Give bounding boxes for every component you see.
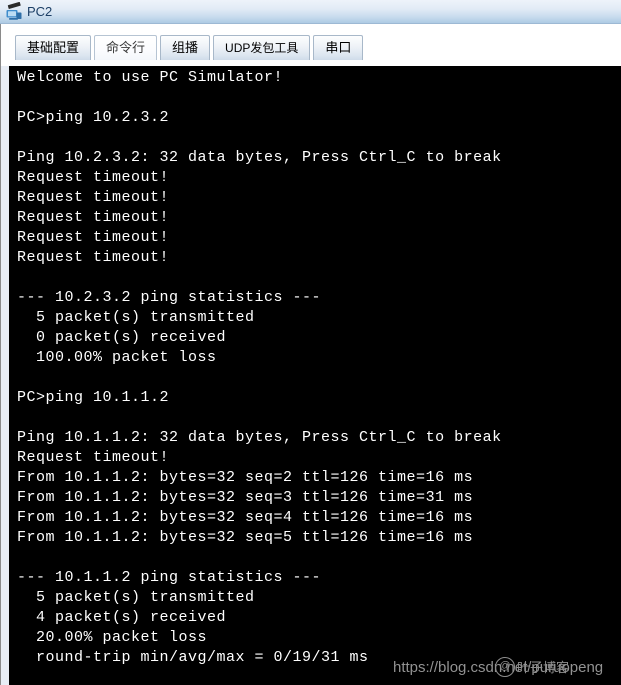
terminal-line: 5 packet(s) transmitted <box>17 309 255 326</box>
terminal-output[interactable]: Welcome to use PC Simulator! PC>ping 10.… <box>9 66 621 685</box>
terminal-line: Request timeout! <box>17 249 170 266</box>
pc-monitor-icon <box>4 1 24 22</box>
terminal-line: --- 10.1.1.2 ping statistics --- <box>17 569 322 586</box>
terminal-line-list: Welcome to use PC Simulator! PC>ping 10.… <box>17 68 621 668</box>
terminal-line: Request timeout! <box>17 169 170 186</box>
terminal-line: PC>ping 10.2.3.2 <box>17 109 170 126</box>
terminal-line: 4 packet(s) received <box>17 609 227 626</box>
title-bar: PC2 <box>0 0 621 24</box>
terminal-line: Ping 10.1.1.2: 32 data bytes, Press Ctrl… <box>17 429 502 446</box>
terminal-line: From 10.1.1.2: bytes=32 seq=4 ttl=126 ti… <box>17 509 474 526</box>
pc2-window: PC2 基础配置 命令行 组播 UDP发包工具 串口 Welcome to us… <box>0 0 621 685</box>
tab-multicast[interactable]: 组播 <box>160 35 211 60</box>
tab-command-line[interactable]: 命令行 <box>94 35 158 60</box>
tab-udp-tool[interactable]: UDP发包工具 <box>213 35 311 60</box>
terminal-line: 0 packet(s) received <box>17 329 227 346</box>
terminal-line: From 10.1.1.2: bytes=32 seq=3 ttl=126 ti… <box>17 489 474 506</box>
terminal-frame: Welcome to use PC Simulator! PC>ping 10.… <box>0 66 621 685</box>
terminal-line: 100.00% packet loss <box>17 349 217 366</box>
terminal-line: 20.00% packet loss <box>17 629 208 646</box>
terminal-line: Request timeout! <box>17 449 170 466</box>
terminal-line: Ping 10.2.3.2: 32 data bytes, Press Ctrl… <box>17 149 502 166</box>
terminal-line: Request timeout! <box>17 229 170 246</box>
tab-bar: 基础配置 命令行 组播 UDP发包工具 串口 <box>0 24 621 66</box>
tab-serial-port[interactable]: 串口 <box>313 35 364 60</box>
terminal-line: Request timeout! <box>17 209 170 226</box>
tab-strip: 基础配置 命令行 组播 UDP发包工具 串口 <box>15 35 364 60</box>
terminal-line: From 10.1.1.2: bytes=32 seq=5 ttl=126 ti… <box>17 529 474 546</box>
terminal-line: round-trip min/avg/max = 0/19/31 ms <box>17 649 369 666</box>
terminal-line: --- 10.2.3.2 ping statistics --- <box>17 289 322 306</box>
tab-basic-config[interactable]: 基础配置 <box>15 35 92 60</box>
terminal-line: Request timeout! <box>17 189 170 206</box>
terminal-line: PC>ping 10.1.1.2 <box>17 389 170 406</box>
terminal-line: From 10.1.1.2: bytes=32 seq=2 ttl=126 ti… <box>17 469 474 486</box>
terminal-line: Welcome to use PC Simulator! <box>17 69 284 86</box>
terminal-line: 5 packet(s) transmitted <box>17 589 255 606</box>
window-title: PC2 <box>27 3 53 19</box>
